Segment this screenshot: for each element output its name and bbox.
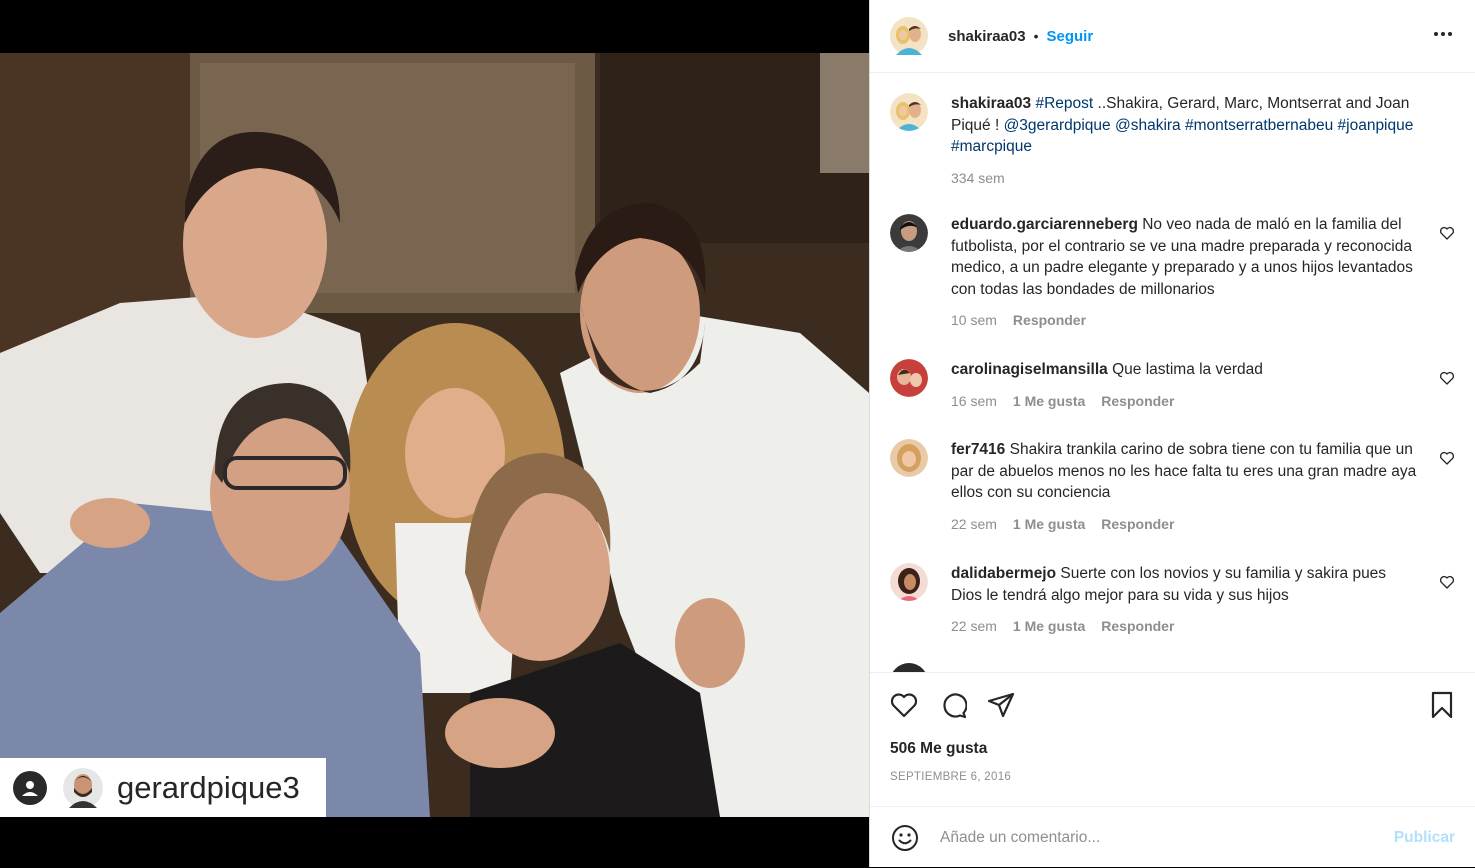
caption-tag-link[interactable]: #joanpique xyxy=(1338,117,1414,134)
family-photo-illustration xyxy=(0,53,869,817)
post-side-panel: shakiraa03 • Seguir shakiraa03 #Repost .… xyxy=(869,0,1475,867)
share-paper-plane-icon[interactable] xyxy=(985,689,1017,721)
repost-watermark: gerardpique3 xyxy=(0,758,326,817)
repost-user-icon xyxy=(13,770,47,805)
comment-bubble-icon[interactable] xyxy=(937,689,969,721)
next-commenter-avatar[interactable] xyxy=(890,663,928,672)
comment-input[interactable] xyxy=(938,827,1372,848)
caption-tag-link[interactable]: @3gerardpique xyxy=(1004,117,1111,134)
comment-time[interactable]: 10 sem xyxy=(951,310,997,332)
comment-meta: 22 sem 1 Me gusta Responder xyxy=(951,514,1421,536)
comment-like-count[interactable]: 1 Me gusta xyxy=(1013,391,1085,413)
post-actions: 506 Me gusta SEPTIEMBRE 6, 2016 xyxy=(870,672,1475,807)
comment-time[interactable]: 22 sem xyxy=(951,514,997,536)
commenter-avatar[interactable] xyxy=(890,563,928,601)
more-options-icon[interactable] xyxy=(1431,22,1455,46)
caption-body: shakiraa03 #Repost ..Shakira, Gerard, Ma… xyxy=(951,93,1421,189)
comment-time[interactable]: 16 sem xyxy=(951,391,997,413)
caption-tag-link[interactable]: #Repost xyxy=(1035,95,1093,112)
commenter-avatar[interactable] xyxy=(890,214,928,252)
reply-button[interactable]: Responder xyxy=(1013,310,1086,332)
comment-body: fer7416 Shakira trankila carino de sobra… xyxy=(951,439,1421,535)
reply-button[interactable]: Responder xyxy=(1101,514,1174,536)
post-photo[interactable] xyxy=(0,53,869,817)
emoji-smile-icon[interactable] xyxy=(890,823,920,853)
repost-username: gerardpique3 xyxy=(117,769,300,805)
comment-like-heart-icon[interactable] xyxy=(1439,370,1455,386)
comment-composer: Publicar xyxy=(870,806,1475,868)
like-heart-icon[interactable] xyxy=(888,689,920,721)
comment-like-heart-icon[interactable] xyxy=(1439,225,1455,241)
publish-button[interactable]: Publicar xyxy=(1394,829,1455,847)
action-bar xyxy=(888,689,1458,721)
comment-body: eduardo.garciarenneberg No veo nada de m… xyxy=(951,214,1421,332)
reply-button[interactable]: Responder xyxy=(1101,391,1174,413)
comment-username[interactable]: dalidabermejo xyxy=(951,565,1056,582)
comment-meta: 22 sem 1 Me gusta Responder xyxy=(951,616,1421,638)
author-avatar[interactable] xyxy=(889,16,929,56)
caption-avatar[interactable] xyxy=(890,93,928,131)
post-media[interactable]: gerardpique3 xyxy=(0,0,869,867)
comment-body: carolinagiselmansilla Que lastima la ver… xyxy=(951,359,1421,412)
comments-list[interactable]: shakiraa03 #Repost ..Shakira, Gerard, Ma… xyxy=(870,73,1475,672)
post-header: shakiraa03 • Seguir xyxy=(870,0,1475,73)
comment-like-heart-icon[interactable] xyxy=(1439,450,1455,466)
like-count[interactable]: 506 Me gusta xyxy=(890,740,987,758)
instagram-post-viewer: gerardpique3 shakiraa03 • Seguir shakira… xyxy=(0,0,1475,867)
post-date[interactable]: SEPTIEMBRE 6, 2016 xyxy=(890,771,1011,783)
comment-like-heart-icon[interactable] xyxy=(1439,574,1455,590)
header-separator: • xyxy=(1033,28,1039,44)
comment-text: Que lastima la verdad xyxy=(1112,361,1263,378)
comment-text: Shakira trankila carino de sobra tiene c… xyxy=(951,441,1417,502)
caption-username[interactable]: shakiraa03 xyxy=(951,95,1031,112)
caption-tag-link[interactable]: @shakira xyxy=(1115,117,1181,134)
author-username[interactable]: shakiraa03 xyxy=(948,28,1026,45)
caption-time[interactable]: 334 sem xyxy=(951,168,1005,190)
comment-username[interactable]: carolinagiselmansilla xyxy=(951,361,1108,378)
repost-avatar xyxy=(63,767,103,808)
caption-tag-link[interactable]: #montserratbernabeu xyxy=(1185,117,1333,134)
comment-like-count[interactable]: 1 Me gusta xyxy=(1013,514,1085,536)
comment-like-count[interactable]: 1 Me gusta xyxy=(1013,616,1085,638)
comment-username[interactable]: eduardo.garciarenneberg xyxy=(951,216,1138,233)
commenter-avatar[interactable] xyxy=(890,439,928,477)
comment-time[interactable]: 22 sem xyxy=(951,616,997,638)
caption-meta: 334 sem xyxy=(951,168,1421,190)
commenter-avatar[interactable] xyxy=(890,359,928,397)
caption-tag-link[interactable]: #marcpique xyxy=(951,138,1032,155)
follow-button[interactable]: Seguir xyxy=(1046,28,1093,45)
comment-body: dalidabermejo Suerte con los novios y su… xyxy=(951,563,1421,638)
reply-button[interactable]: Responder xyxy=(1101,616,1174,638)
comment-username[interactable]: fer7416 xyxy=(951,441,1005,458)
comment-meta: 16 sem 1 Me gusta Responder xyxy=(951,391,1421,413)
comment-meta: 10 sem Responder xyxy=(951,310,1421,332)
save-bookmark-icon[interactable] xyxy=(1426,689,1458,721)
